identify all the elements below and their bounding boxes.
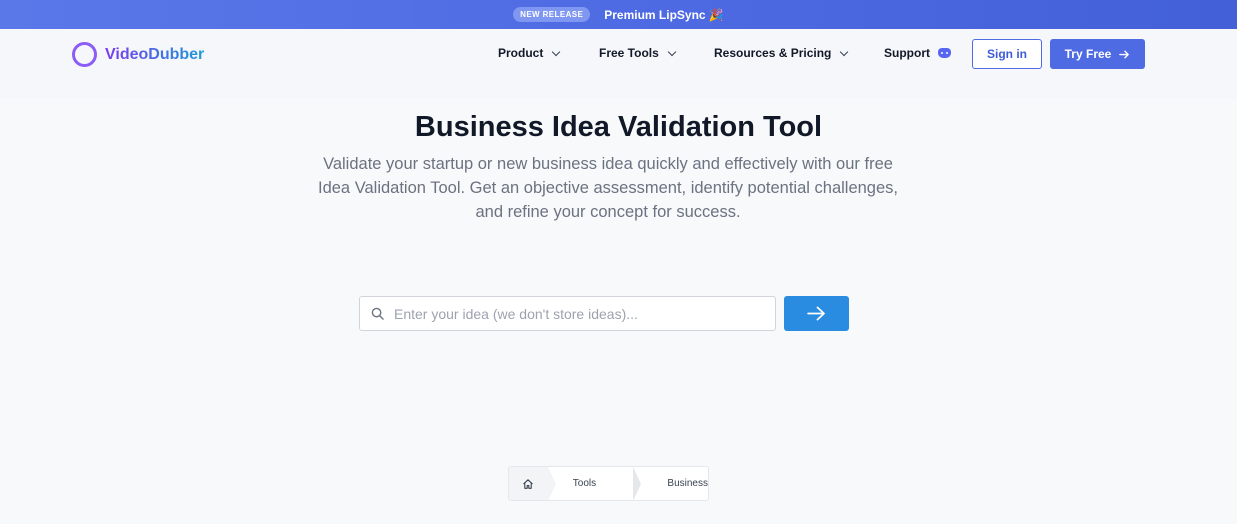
nav-support[interactable]: Support: [884, 46, 951, 60]
breadcrumb-item-tools[interactable]: Tools: [548, 467, 642, 500]
idea-search-box[interactable]: [359, 296, 776, 331]
sign-in-button[interactable]: Sign in: [972, 39, 1042, 69]
try-free-button[interactable]: Try Free: [1050, 39, 1145, 69]
nav-resources-pricing-label: Resources & Pricing: [714, 46, 832, 60]
try-free-label: Try Free: [1064, 47, 1112, 61]
breadcrumb-home[interactable]: [509, 467, 556, 500]
logo-text: VideoDubber: [105, 45, 205, 63]
nav-resources-pricing[interactable]: Resources & Pricing: [714, 46, 849, 60]
page-description: Validate your startup or new business id…: [318, 155, 898, 221]
chevron-down-icon: [667, 47, 677, 56]
nav-support-label: Support: [884, 46, 930, 60]
new-release-badge: NEW RELEASE: [513, 7, 591, 22]
search-icon: [371, 307, 384, 320]
arrow-right-icon: [807, 306, 825, 321]
nav-free-tools-label: Free Tools: [599, 46, 659, 60]
breadcrumb: Tools Business: [508, 466, 709, 501]
breadcrumb-item-business[interactable]: Business: [641, 467, 708, 500]
logo[interactable]: VideoDubber: [72, 42, 204, 67]
chevron-down-icon: [552, 47, 561, 56]
discord-icon: [938, 48, 951, 58]
logo-ring-icon: [72, 42, 97, 67]
nav-product[interactable]: Product: [498, 46, 561, 60]
chevron-down-icon: [840, 47, 849, 56]
arrow-right-icon: [1119, 50, 1130, 58]
idea-input[interactable]: [394, 305, 754, 322]
top-navigation: VideoDubber Product Free Tools Resources…: [0, 29, 1237, 99]
announcement-text[interactable]: Premium LipSync 🎉: [604, 8, 724, 22]
page-title: Business Idea Validation Tool: [414, 111, 823, 143]
announcement-bar[interactable]: NEW RELEASE Premium LipSync 🎉: [0, 0, 1237, 29]
nav-free-tools[interactable]: Free Tools: [599, 46, 677, 60]
nav-product-label: Product: [498, 46, 544, 60]
submit-idea-button[interactable]: [784, 296, 849, 331]
home-icon: [523, 478, 534, 489]
